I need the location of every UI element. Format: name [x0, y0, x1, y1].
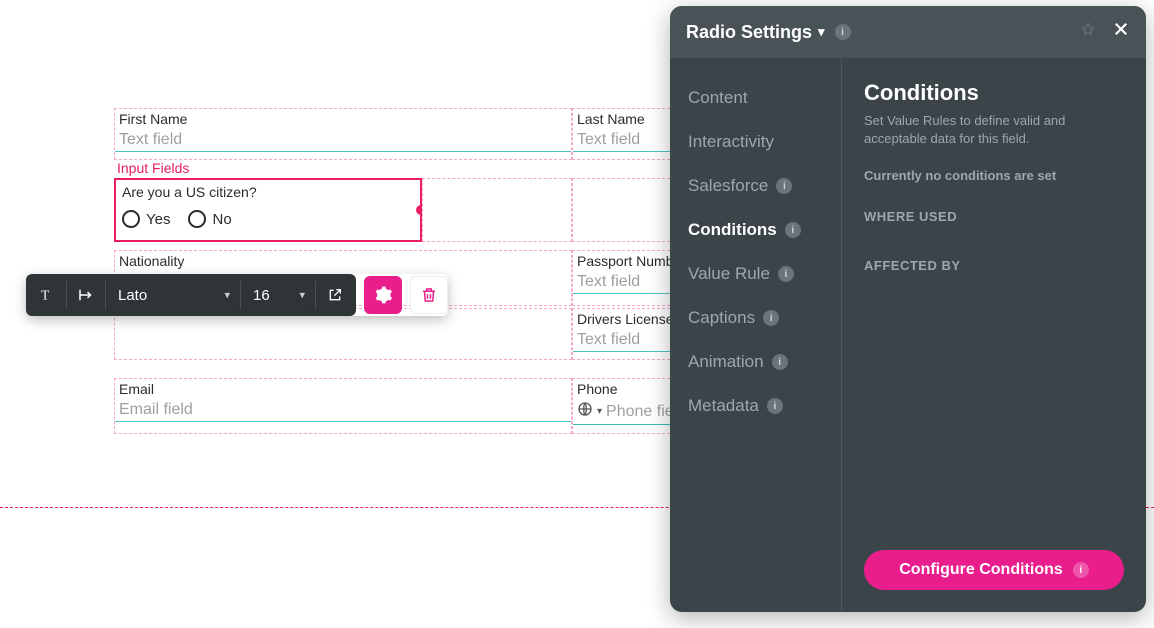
content-title: Conditions: [864, 80, 1124, 106]
affected-by-section: AFFECTED BY: [864, 258, 1124, 273]
info-icon: i: [1073, 562, 1089, 578]
field-email[interactable]: Email Email field: [114, 378, 572, 434]
panel-title[interactable]: Radio Settings ▾: [686, 22, 825, 43]
font-size-value: 16: [253, 287, 270, 304]
info-icon[interactable]: i: [835, 24, 851, 40]
panel-title-text: Radio Settings: [686, 22, 812, 43]
settings-button[interactable]: [364, 276, 402, 314]
panel-header: Radio Settings ▾ i: [670, 6, 1146, 58]
input-email[interactable]: Email field: [115, 397, 571, 422]
radio-option-label: No: [212, 211, 231, 228]
nav-content[interactable]: Content: [670, 76, 841, 120]
nav-metadata[interactable]: Metadatai: [670, 384, 841, 428]
font-family-value: Lato: [118, 287, 147, 304]
nav-animation[interactable]: Animationi: [670, 340, 841, 384]
font-family-select[interactable]: Lato ▾: [108, 278, 238, 312]
info-icon[interactable]: i: [763, 310, 779, 326]
label-nationality: Nationality: [115, 251, 571, 269]
radio-option-label: Yes: [146, 211, 170, 228]
nav-interactivity[interactable]: Interactivity: [670, 120, 841, 164]
section-label-input-fields: Input Fields: [117, 160, 189, 176]
info-icon[interactable]: i: [772, 354, 788, 370]
pin-icon[interactable]: [1080, 22, 1096, 43]
label-first-name: First Name: [115, 109, 571, 127]
label-email: Email: [115, 379, 571, 397]
panel-content: Conditions Set Value Rules to define val…: [842, 58, 1146, 612]
radio-question: Are you a US citizen?: [116, 180, 420, 202]
radio-us-citizen[interactable]: Are you a US citizen? Yes No: [114, 178, 422, 242]
text-style-button[interactable]: T: [30, 278, 64, 312]
font-size-select[interactable]: 16 ▾: [243, 278, 313, 312]
info-icon[interactable]: i: [785, 222, 801, 238]
align-button[interactable]: [69, 278, 103, 312]
globe-icon[interactable]: [577, 401, 593, 422]
info-icon[interactable]: i: [767, 398, 783, 414]
configure-conditions-button[interactable]: Configure Conditions i: [864, 550, 1124, 590]
panel-nav: Content Interactivity Salesforcei Condit…: [670, 58, 842, 612]
nav-conditions[interactable]: Conditionsi: [670, 208, 841, 252]
radio-circle-icon: [188, 210, 206, 228]
radio-circle-icon: [122, 210, 140, 228]
info-icon[interactable]: i: [778, 266, 794, 282]
format-toolbar: T Lato ▾ 16 ▾: [26, 274, 448, 316]
content-status: Currently no conditions are set: [864, 168, 1124, 183]
content-subtitle: Set Value Rules to define valid and acce…: [864, 112, 1124, 148]
input-first-name[interactable]: Text field: [115, 127, 571, 152]
chevron-down-icon[interactable]: ▾: [597, 406, 602, 417]
chevron-down-icon: ▾: [224, 289, 230, 302]
where-used-section: WHERE USED: [864, 209, 1124, 224]
close-icon[interactable]: [1112, 20, 1130, 44]
nav-salesforce[interactable]: Salesforcei: [670, 164, 841, 208]
configure-label: Configure Conditions: [899, 561, 1063, 579]
open-external-button[interactable]: [318, 278, 352, 312]
field-first-name[interactable]: First Name Text field: [114, 108, 572, 160]
nav-value-rule[interactable]: Value Rulei: [670, 252, 841, 296]
chevron-down-icon: ▾: [299, 289, 305, 302]
chevron-down-icon: ▾: [818, 24, 825, 40]
svg-text:T: T: [41, 288, 50, 303]
delete-button[interactable]: [410, 276, 448, 314]
nav-captions[interactable]: Captionsi: [670, 296, 841, 340]
radio-option-yes[interactable]: Yes: [122, 210, 170, 228]
settings-panel: Radio Settings ▾ i Content: [670, 6, 1146, 612]
empty-cell[interactable]: [422, 178, 572, 242]
info-icon[interactable]: i: [776, 178, 792, 194]
radio-option-no[interactable]: No: [188, 210, 231, 228]
